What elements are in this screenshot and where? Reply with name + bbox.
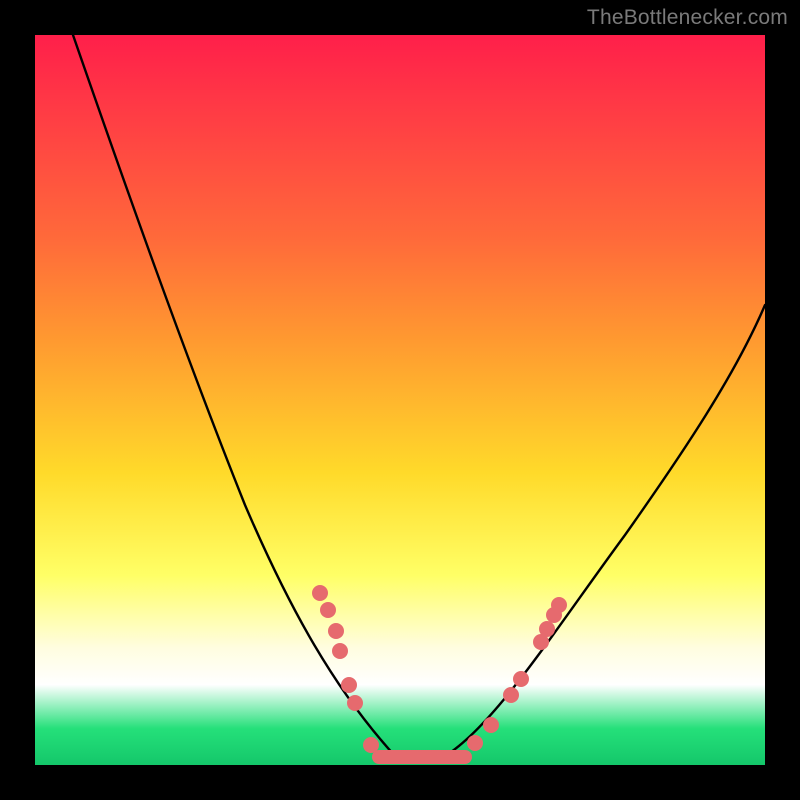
marker-left: [320, 602, 336, 618]
marker-right: [551, 597, 567, 613]
curve-right: [445, 305, 765, 756]
marker-left: [363, 737, 379, 753]
marker-right: [503, 687, 519, 703]
marker-right: [467, 735, 483, 751]
marker-left: [347, 695, 363, 711]
chart-frame: TheBottleneсker.com: [0, 0, 800, 800]
marker-left: [312, 585, 328, 601]
marker-right: [539, 621, 555, 637]
plot-area: [35, 35, 765, 765]
marker-left: [328, 623, 344, 639]
marker-left: [332, 643, 348, 659]
marker-right: [483, 717, 499, 733]
watermark-text: TheBottleneсker.com: [587, 6, 788, 30]
marker-left: [341, 677, 357, 693]
marker-right: [513, 671, 529, 687]
curve-svg: [35, 35, 765, 765]
